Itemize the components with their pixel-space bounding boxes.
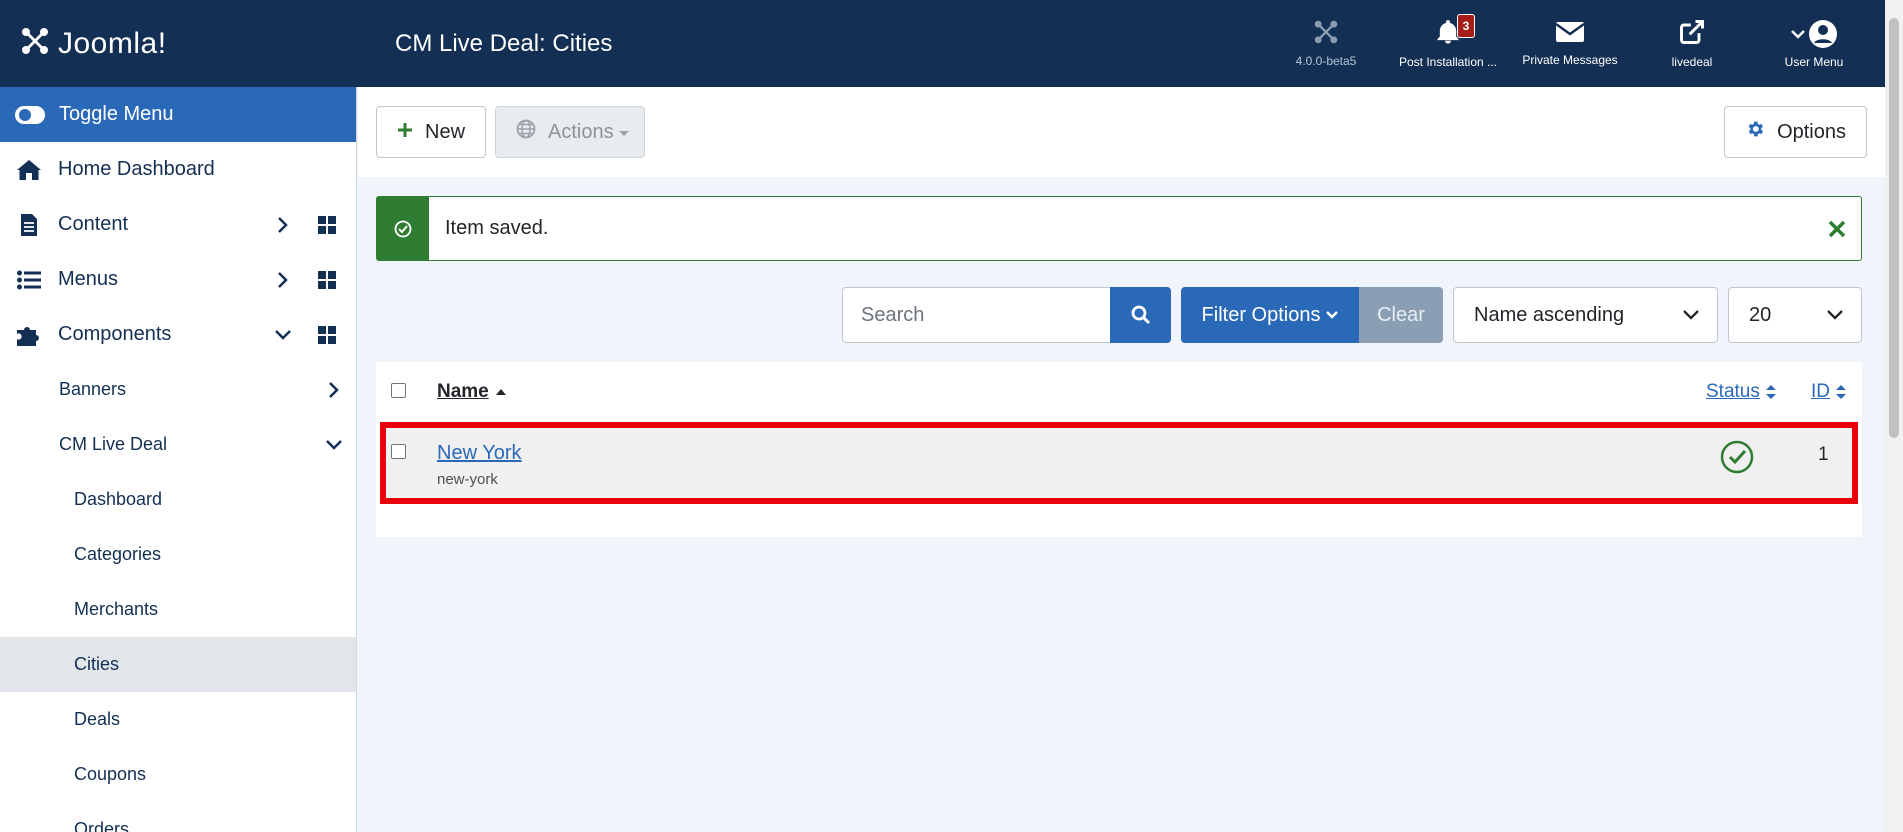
chevron-right-icon[interactable] — [268, 271, 298, 289]
plus-icon — [397, 121, 413, 144]
close-alert-button[interactable] — [1813, 220, 1861, 238]
sort-by-status[interactable]: Status — [1706, 381, 1777, 403]
clear-button[interactable]: Clear — [1359, 287, 1443, 343]
sidebar: Toggle Menu Home Dashboard Content Menus — [0, 87, 357, 832]
sort-by-name[interactable]: Name — [437, 381, 507, 403]
sidebar-item-banners[interactable]: Banners — [0, 362, 356, 417]
sidebar-item-deals[interactable]: Deals — [0, 692, 356, 747]
ordering-select[interactable]: Name ascending — [1453, 287, 1718, 343]
limit-select[interactable]: 20 — [1728, 287, 1862, 343]
sort-by-id[interactable]: ID — [1811, 381, 1847, 403]
sidebar-item-content[interactable]: Content — [0, 197, 356, 252]
alert-message: Item saved. — [445, 217, 549, 239]
joomla-icon — [1313, 19, 1339, 48]
file-icon — [0, 213, 58, 237]
cities-table: Name Status ID New York new-york 1 — [376, 362, 1862, 537]
city-alias: new-york — [437, 471, 498, 488]
private-messages-button[interactable]: Private Messages — [1509, 0, 1631, 87]
user-icon — [1790, 19, 1838, 49]
sort-asc-icon — [495, 389, 506, 395]
toggle-menu-button[interactable]: Toggle Menu — [0, 87, 356, 142]
joomla-logo-icon — [20, 26, 50, 61]
check-circle-icon — [377, 197, 429, 260]
brand-logo[interactable]: Joomla! — [0, 0, 357, 87]
post-installation-button[interactable]: 3 Post Installation ... — [1387, 0, 1509, 87]
dashboard-grid-icon[interactable] — [316, 325, 338, 344]
site-link-button[interactable]: livedeal — [1631, 0, 1753, 87]
chevron-right-icon[interactable] — [322, 381, 346, 399]
version-link[interactable]: 4.0.0-beta5 — [1265, 0, 1387, 87]
table-header: Name Status ID — [376, 362, 1862, 422]
options-button[interactable]: Options — [1724, 106, 1867, 158]
toolbar: New Actions Options — [358, 87, 1885, 177]
home-icon — [0, 159, 58, 181]
scrollbar-thumb[interactable] — [1889, 18, 1899, 438]
page-scrollbar[interactable] — [1885, 0, 1903, 832]
caret-down-icon — [618, 121, 630, 144]
chevron-down-icon[interactable] — [268, 329, 298, 341]
puzzle-icon — [0, 323, 58, 347]
chevron-down-icon[interactable] — [322, 439, 346, 451]
table-row: New York new-york 1 — [380, 422, 1858, 504]
city-name-link[interactable]: New York — [437, 442, 522, 465]
chevron-down-icon — [1326, 311, 1339, 319]
filter-bar: Filter Options Clear Name ascending 20 — [842, 287, 1862, 343]
sidebar-item-categories[interactable]: Categories — [0, 527, 356, 582]
filter-options-button[interactable]: Filter Options — [1181, 287, 1359, 343]
row-checkbox[interactable] — [391, 444, 406, 459]
chevron-down-icon — [1665, 309, 1717, 321]
list-icon — [0, 270, 58, 290]
brand-name: Joomla! — [58, 26, 167, 60]
city-id: 1 — [1818, 444, 1829, 465]
sidebar-item-coupons[interactable]: Coupons — [0, 747, 356, 802]
success-alert: Item saved. — [376, 196, 1862, 261]
actions-dropdown[interactable]: Actions — [495, 106, 645, 158]
sidebar-item-home-dashboard[interactable]: Home Dashboard — [0, 142, 356, 197]
sidebar-item-menus[interactable]: Menus — [0, 252, 356, 307]
dashboard-grid-icon[interactable] — [316, 215, 338, 234]
search-button[interactable] — [1110, 287, 1171, 343]
sidebar-item-dashboard[interactable]: Dashboard — [0, 472, 356, 527]
search-icon — [1131, 305, 1150, 325]
new-button[interactable]: New — [376, 106, 487, 158]
toggle-icon — [15, 105, 45, 124]
sort-icon — [1836, 385, 1846, 399]
globe-icon — [516, 119, 536, 145]
envelope-icon — [1555, 20, 1585, 47]
sidebar-item-merchants[interactable]: Merchants — [0, 582, 356, 637]
dashboard-grid-icon[interactable] — [316, 270, 338, 289]
published-status-icon[interactable] — [1720, 440, 1754, 479]
sort-icon — [1765, 385, 1776, 399]
search-input[interactable] — [842, 287, 1110, 343]
chevron-down-icon — [1809, 309, 1861, 321]
gear-icon — [1745, 119, 1765, 145]
notification-badge: 3 — [1457, 14, 1475, 38]
select-all-checkbox[interactable] — [391, 383, 406, 398]
sidebar-item-orders[interactable]: Orders — [0, 802, 356, 832]
user-menu-button[interactable]: User Menu — [1753, 0, 1875, 87]
sidebar-item-cities[interactable]: Cities — [0, 637, 356, 692]
sidebar-item-components[interactable]: Components — [0, 307, 356, 362]
page-title: CM Live Deal: Cities — [395, 29, 613, 57]
external-link-icon — [1678, 18, 1706, 49]
sidebar-item-cm-live-deal[interactable]: CM Live Deal — [0, 417, 356, 472]
header: Joomla! CM Live Deal: Cities 4.0.0-beta5… — [0, 0, 1885, 87]
chevron-right-icon[interactable] — [268, 216, 298, 234]
close-icon — [1828, 220, 1846, 237]
